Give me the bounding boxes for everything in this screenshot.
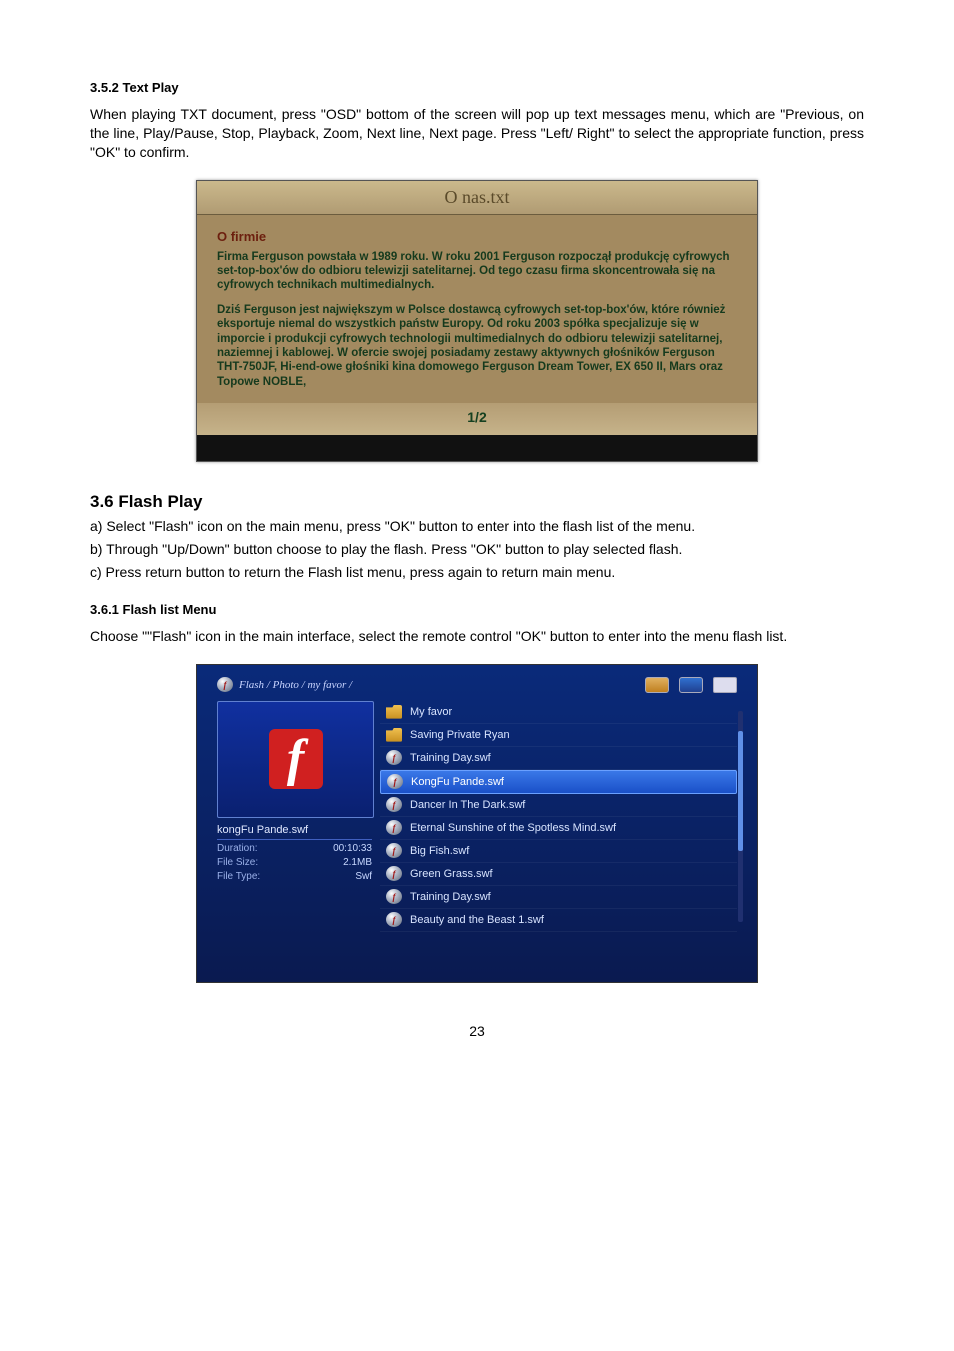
list-item-label: My favor (410, 706, 452, 718)
list-item[interactable]: f Big Fish.swf (380, 840, 737, 863)
figure-text-viewer: O nas.txt O firmie Firma Ferguson powsta… (90, 180, 864, 462)
list-item[interactable]: f Training Day.swf (380, 747, 737, 770)
flash-header: f Flash / Photo / my favor / (197, 665, 757, 701)
battery-icon (713, 677, 737, 693)
page-number: 23 (90, 1023, 864, 1039)
txt-body: O firmie Firma Ferguson powstała w 1989 … (197, 215, 757, 403)
meta-duration: Duration: 00:10:33 (217, 843, 372, 854)
list-item[interactable]: f Eternal Sunshine of the Spotless Mind.s… (380, 817, 737, 840)
sd-card-icon (645, 677, 669, 693)
txt-title: O nas.txt (197, 181, 757, 215)
para-36b: b) Through "Up/Down" button choose to pl… (90, 540, 864, 559)
header-icons (645, 677, 737, 693)
list-item-label: Training Day.swf (410, 891, 491, 903)
filetype-value: Swf (355, 871, 372, 882)
list-item-label: Dancer In The Dark.swf (410, 799, 525, 811)
txt-para1: Firma Ferguson powstała w 1989 roku. W r… (217, 250, 737, 293)
para-36a: a) Select "Flash" icon on the main menu,… (90, 517, 864, 536)
heading-352: 3.5.2 Text Play (90, 80, 864, 95)
flash-viewer: f Flash / Photo / my favor / f kongFu Pa… (196, 664, 758, 983)
flash-file-icon: f (387, 774, 403, 789)
filesize-value: 2.1MB (343, 857, 372, 868)
flash-file-icon: f (386, 912, 402, 927)
txt-viewer: O nas.txt O firmie Firma Ferguson powsta… (196, 180, 758, 462)
list-item[interactable]: Saving Private Ryan (380, 724, 737, 747)
usb-icon (679, 677, 703, 693)
flash-file-icon: f (386, 866, 402, 881)
txt-para2: Dziś Ferguson jest największym w Polsce … (217, 303, 737, 389)
flash-file-icon: f (386, 820, 402, 835)
flash-file-icon: f (386, 843, 402, 858)
list-item[interactable]: f Green Grass.swf (380, 863, 737, 886)
para-352: When playing TXT document, press "OSD" b… (90, 105, 864, 162)
filesize-label: File Size: (217, 857, 258, 868)
list-item-label: Eternal Sunshine of the Spotless Mind.sw… (410, 822, 616, 834)
flash-thumbnail: f (217, 701, 374, 818)
heading-36: 3.6 Flash Play (90, 492, 864, 512)
meta-filesize: File Size: 2.1MB (217, 857, 372, 868)
heading-361: 3.6.1 Flash list Menu (90, 602, 864, 617)
flash-file-list[interactable]: My favor Saving Private Ryan f Training Day… (380, 701, 737, 932)
figure-flash-list: f Flash / Photo / my favor / f kongFu Pa… (90, 664, 864, 983)
filetype-label: File Type: (217, 871, 260, 882)
list-item-label: Beauty and the Beast 1.swf (410, 914, 544, 926)
list-item[interactable]: f Dancer In The Dark.swf (380, 794, 737, 817)
flash-thumb-glyph: f (269, 729, 323, 789)
list-item-label: Big Fish.swf (410, 845, 469, 857)
list-item[interactable]: f Beauty and the Beast 1.swf (380, 909, 737, 932)
flash-file-icon: f (386, 750, 402, 765)
duration-label: Duration: (217, 843, 258, 854)
para-36c: c) Press return button to return the Fla… (90, 563, 864, 582)
txt-heading: O firmie (217, 229, 737, 244)
flash-file-icon: f (386, 797, 402, 812)
flash-main: f kongFu Pande.swf Duration: 00:10:33 Fi… (197, 701, 757, 932)
breadcrumb-text: Flash / Photo / my favor / (239, 679, 352, 691)
folder-icon (386, 705, 402, 719)
duration-value: 00:10:33 (333, 843, 372, 854)
list-item-label: Saving Private Ryan (410, 729, 510, 741)
folder-icon (386, 728, 402, 742)
para-361: Choose ""Flash" icon in the main interfa… (90, 627, 864, 646)
list-item-label: KongFu Pande.swf (411, 776, 504, 788)
txt-footer-bar (197, 435, 757, 461)
list-item-label: Training Day.swf (410, 752, 491, 764)
list-item[interactable]: f KongFu Pande.swf (380, 770, 737, 794)
flash-file-icon: f (386, 889, 402, 904)
flash-left-panel: f kongFu Pande.swf Duration: 00:10:33 Fi… (217, 701, 372, 932)
list-item-label: Green Grass.swf (410, 868, 493, 880)
scrollbar[interactable] (738, 711, 743, 922)
list-item[interactable]: f Training Day.swf (380, 886, 737, 909)
txt-page-indicator: 1/2 (197, 403, 757, 435)
flash-breadcrumb[interactable]: f Flash / Photo / my favor / (217, 677, 352, 692)
list-item[interactable]: My favor (380, 701, 737, 724)
meta-filetype: File Type: Swf (217, 871, 372, 882)
flash-icon: f (217, 677, 233, 692)
thumb-title: kongFu Pande.swf (217, 824, 372, 840)
